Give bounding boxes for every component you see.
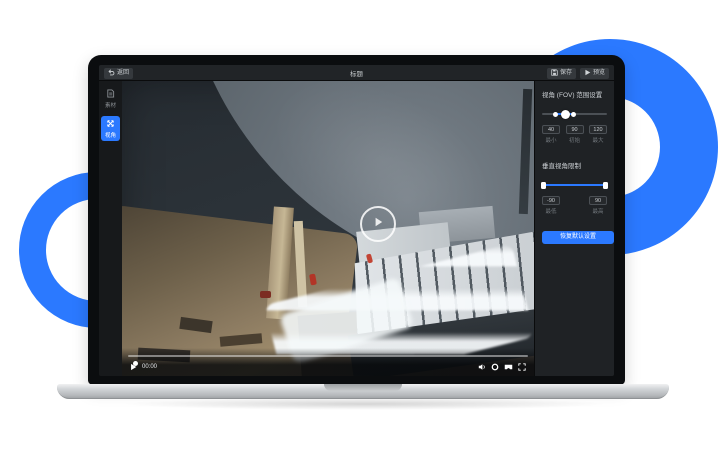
- view-angle-icon: [106, 119, 115, 130]
- vertical-min-handle[interactable]: [541, 182, 546, 189]
- sidebar-item-assets[interactable]: 素材: [101, 86, 120, 111]
- fov-initial-value[interactable]: 90: [566, 125, 584, 134]
- fov-max-handle[interactable]: [571, 112, 576, 117]
- laptop-base-notch: [324, 384, 402, 391]
- vertical-max-value[interactable]: 90: [589, 196, 607, 205]
- fov-values: 40 最小 90 初始 120 最大: [542, 125, 607, 144]
- volume-icon[interactable]: [478, 363, 486, 371]
- laptop-shadow: [120, 398, 610, 410]
- topbar: 返回 标题 保存 预览: [99, 65, 614, 81]
- fov-max-label: 最大: [592, 136, 603, 144]
- preview-button[interactable]: 预览: [580, 68, 609, 79]
- fov-max-value[interactable]: 120: [589, 125, 607, 134]
- current-time: 00:00: [142, 364, 157, 370]
- controls-row: 00:00: [130, 362, 526, 372]
- page: 返回 标题 保存 预览: [0, 0, 728, 460]
- video-scene-red-object: [260, 291, 271, 298]
- vertical-max-handle[interactable]: [603, 182, 608, 189]
- app-window: 返回 标题 保存 预览: [99, 65, 614, 376]
- vertical-slider[interactable]: [542, 179, 607, 191]
- vertical-min-value[interactable]: -90: [542, 196, 560, 205]
- sidebar: 素材 视角: [99, 81, 122, 376]
- view-mode-icon[interactable]: [491, 363, 499, 371]
- reset-defaults-button[interactable]: 恢复默认设置: [542, 231, 614, 244]
- vertical-min-label: 最低: [545, 207, 556, 215]
- preview-play-icon: [584, 69, 591, 78]
- vertical-max-label: 最高: [592, 207, 603, 215]
- sidebar-item-view-angle[interactable]: 视角: [101, 116, 120, 141]
- save-button[interactable]: 保存: [547, 68, 576, 79]
- sidebar-item-label: 素材: [105, 101, 116, 109]
- fov-min-value[interactable]: 40: [542, 125, 560, 134]
- save-label: 保存: [560, 70, 572, 76]
- back-button[interactable]: 返回: [104, 68, 133, 79]
- laptop-screen-bezel: 返回 标题 保存 预览: [88, 55, 625, 385]
- document-icon: [106, 89, 115, 100]
- preview-label: 预览: [593, 70, 605, 76]
- fov-initial-label: 初始: [569, 136, 580, 144]
- player-controls: 00:00: [122, 348, 534, 376]
- page-title: 标题: [350, 68, 363, 78]
- fullscreen-icon[interactable]: [518, 363, 526, 371]
- back-label: 返回: [117, 70, 129, 76]
- settings-panel: 视角 (FOV) 范围设置 40 最小: [534, 81, 614, 376]
- progress-bar[interactable]: [128, 355, 528, 357]
- vertical-section-title: 垂直视角限制: [542, 160, 607, 170]
- fov-slider[interactable]: [542, 108, 607, 120]
- save-icon: [551, 69, 558, 78]
- sidebar-item-label: 视角: [105, 131, 116, 139]
- play-overlay-button[interactable]: [360, 206, 396, 242]
- vr-goggles-icon[interactable]: [504, 363, 513, 371]
- fov-section-title: 视角 (FOV) 范围设置: [542, 89, 607, 99]
- video-viewport[interactable]: 00:00: [122, 81, 534, 376]
- main-area: 素材 视角: [99, 81, 614, 376]
- back-icon: [108, 69, 115, 78]
- fov-min-label: 最小: [545, 136, 556, 144]
- fov-initial-handle[interactable]: [561, 110, 570, 119]
- play-icon[interactable]: [130, 363, 137, 371]
- vertical-slider-active: [542, 184, 607, 186]
- play-circle-icon: [372, 215, 384, 233]
- laptop-base: [57, 384, 669, 399]
- topbar-actions: 保存 预览: [547, 68, 609, 79]
- fov-min-handle[interactable]: [553, 112, 558, 117]
- vertical-values: -90 最低 90 最高: [542, 196, 607, 215]
